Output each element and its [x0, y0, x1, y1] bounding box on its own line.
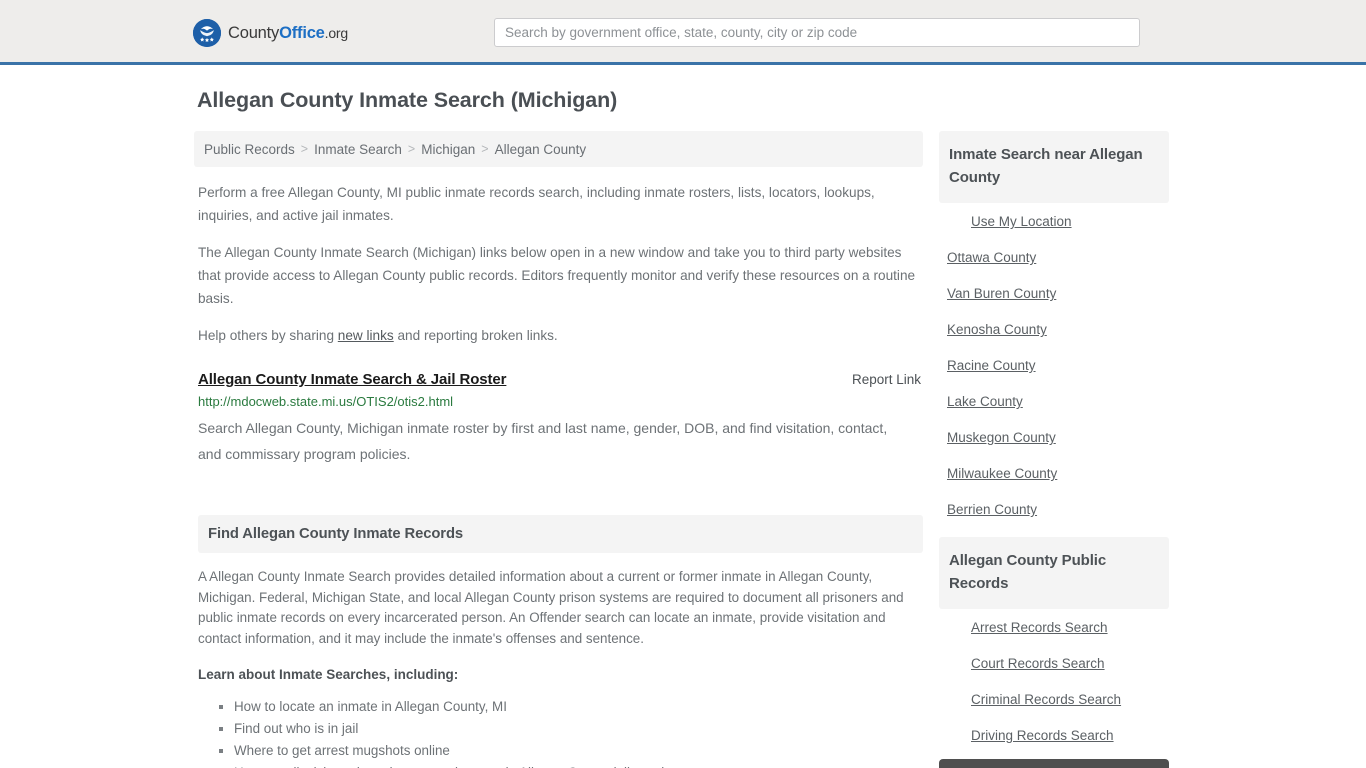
- breadcrumb-separator: >: [407, 142, 416, 156]
- sidebar-link-use-my-location[interactable]: Use My Location: [939, 203, 1169, 239]
- sidebar-link-ottawa-county[interactable]: Ottawa County: [939, 239, 1169, 275]
- sidebar-nearby-heading: Inmate Search near Allegan County: [949, 146, 1143, 186]
- sidebar-public-records-header: Allegan County Public Records: [939, 537, 1169, 609]
- sidebar: Inmate Search near Allegan County Use My…: [939, 131, 1169, 768]
- sidebar-item-inmate-search[interactable]: Inmate Search: [939, 759, 1169, 768]
- brand-part-tld: .org: [324, 24, 349, 41]
- sidebar-panel-nearby: Inmate Search near Allegan County Use My…: [939, 131, 1169, 527]
- breadcrumb-item-inmate-search[interactable]: Inmate Search: [314, 142, 402, 157]
- intro-paragraph-3: Help others by sharing new links and rep…: [198, 324, 923, 347]
- sidebar-link-lake-county[interactable]: Lake County: [939, 383, 1169, 419]
- share-text-before: Help others by sharing: [198, 328, 338, 343]
- site-header: CountyOffice.org: [0, 0, 1366, 65]
- intro-paragraph-2: The Allegan County Inmate Search (Michig…: [198, 245, 916, 306]
- intro-paragraph-1: Perform a free Allegan County, MI public…: [198, 185, 875, 223]
- section-header-box: Find Allegan County Inmate Records: [198, 515, 923, 553]
- breadcrumb: Public Records > Inmate Search > Michiga…: [194, 131, 923, 167]
- sidebar-item-criminal-records-search[interactable]: Criminal Records Search: [939, 681, 1169, 717]
- sidebar-public-records-list: Arrest Records Search Court Records Sear…: [939, 609, 1169, 768]
- sidebar-item-arrest-records-search[interactable]: Arrest Records Search: [939, 609, 1169, 645]
- sidebar-link-inmate-search[interactable]: Inmate Search: [939, 759, 1169, 768]
- sidebar-link-racine-county[interactable]: Racine County: [939, 347, 1169, 383]
- brand-part-office: Office: [279, 23, 325, 42]
- section-body: A Allegan County Inmate Search provides …: [198, 567, 923, 768]
- list-item: How to locate an inmate in Allegan Count…: [219, 696, 923, 718]
- sidebar-item-racine-county[interactable]: Racine County: [939, 347, 1169, 383]
- header-inner: CountyOffice.org: [0, 0, 1366, 65]
- list-item: Find out who is in jail: [219, 718, 923, 740]
- list-item: Where to get arrest mugshots online: [219, 740, 923, 762]
- sidebar-link-milwaukee-county[interactable]: Milwaukee County: [939, 455, 1169, 491]
- sidebar-item-kenosha-county[interactable]: Kenosha County: [939, 311, 1169, 347]
- breadcrumb-item-public-records[interactable]: Public Records: [204, 142, 295, 157]
- page-body: Allegan County Inmate Search (Michigan) …: [0, 65, 1366, 768]
- sidebar-link-court-records-search[interactable]: Court Records Search: [939, 645, 1169, 681]
- sidebar-link-muskegon-county[interactable]: Muskegon County: [939, 419, 1169, 455]
- sidebar-nearby-header: Inmate Search near Allegan County: [939, 131, 1169, 203]
- sidebar-link-kenosha-county[interactable]: Kenosha County: [939, 311, 1169, 347]
- new-links-link[interactable]: new links: [338, 328, 394, 343]
- two-column-layout: Public Records > Inmate Search > Michiga…: [194, 131, 1173, 768]
- site-logo-text: CountyOffice.org: [228, 25, 348, 42]
- breadcrumb-separator: >: [300, 142, 309, 156]
- sidebar-item-berrien-county[interactable]: Berrien County: [939, 491, 1169, 527]
- sidebar-link-criminal-records-search[interactable]: Criminal Records Search: [939, 681, 1169, 717]
- result-header-row: Allegan County Inmate Search & Jail Rost…: [198, 371, 923, 388]
- sidebar-item-ottawa-county[interactable]: Ottawa County: [939, 239, 1169, 275]
- result-listing: Allegan County Inmate Search & Jail Rost…: [198, 371, 923, 467]
- sidebar-link-van-buren-county[interactable]: Van Buren County: [939, 275, 1169, 311]
- sidebar-link-driving-records-search[interactable]: Driving Records Search: [939, 717, 1169, 753]
- sidebar-item-driving-records-search[interactable]: Driving Records Search: [939, 717, 1169, 753]
- report-link-button[interactable]: Report Link: [852, 372, 923, 387]
- sidebar-panel-public-records: Allegan County Public Records Arrest Rec…: [939, 537, 1169, 768]
- breadcrumb-item-allegan-county: Allegan County: [494, 141, 587, 157]
- result-url-link[interactable]: http://mdocweb.state.mi.us/OTIS2/otis2.h…: [198, 394, 923, 409]
- learn-about-list: How to locate an inmate in Allegan Count…: [200, 696, 923, 768]
- sidebar-link-berrien-county[interactable]: Berrien County: [939, 491, 1169, 527]
- learn-about-heading: Learn about Inmate Searches, including:: [198, 667, 459, 682]
- breadcrumb-item-michigan[interactable]: Michigan: [421, 142, 475, 157]
- sidebar-item-van-buren-county[interactable]: Van Buren County: [939, 275, 1169, 311]
- page-title: Allegan County Inmate Search (Michigan): [197, 88, 618, 112]
- section-heading: Find Allegan County Inmate Records: [208, 526, 464, 542]
- site-logo-link[interactable]: CountyOffice.org: [193, 19, 348, 47]
- sidebar-item-muskegon-county[interactable]: Muskegon County: [939, 419, 1169, 455]
- sidebar-item-lake-county[interactable]: Lake County: [939, 383, 1169, 419]
- result-title-link[interactable]: Allegan County Inmate Search & Jail Rost…: [198, 371, 506, 388]
- sidebar-nearby-list: Use My Location Ottawa County Van Buren …: [939, 203, 1169, 527]
- list-item: How to call, visit, and send money to in…: [232, 762, 923, 768]
- brand-part-county: County: [228, 23, 280, 42]
- sidebar-item-milwaukee-county[interactable]: Milwaukee County: [939, 455, 1169, 491]
- breadcrumb-separator: >: [481, 142, 489, 156]
- sidebar-item-court-records-search[interactable]: Court Records Search: [939, 645, 1169, 681]
- eagle-seal-icon: [193, 19, 221, 47]
- share-text-after: and reporting broken links.: [393, 328, 558, 343]
- sidebar-link-arrest-records-search[interactable]: Arrest Records Search: [939, 609, 1169, 645]
- search-bar: [494, 18, 1140, 47]
- section-paragraph: A Allegan County Inmate Search provides …: [198, 569, 904, 646]
- search-input[interactable]: [494, 18, 1140, 47]
- main-column: Public Records > Inmate Search > Michiga…: [194, 131, 923, 768]
- content-container: Allegan County Inmate Search (Michigan) …: [193, 87, 1173, 768]
- sidebar-public-records-heading: Allegan County Public Records: [949, 552, 1107, 592]
- result-description: Search Allegan County, Michigan inmate r…: [198, 420, 888, 462]
- sidebar-item-use-my-location[interactable]: Use My Location: [939, 203, 1169, 239]
